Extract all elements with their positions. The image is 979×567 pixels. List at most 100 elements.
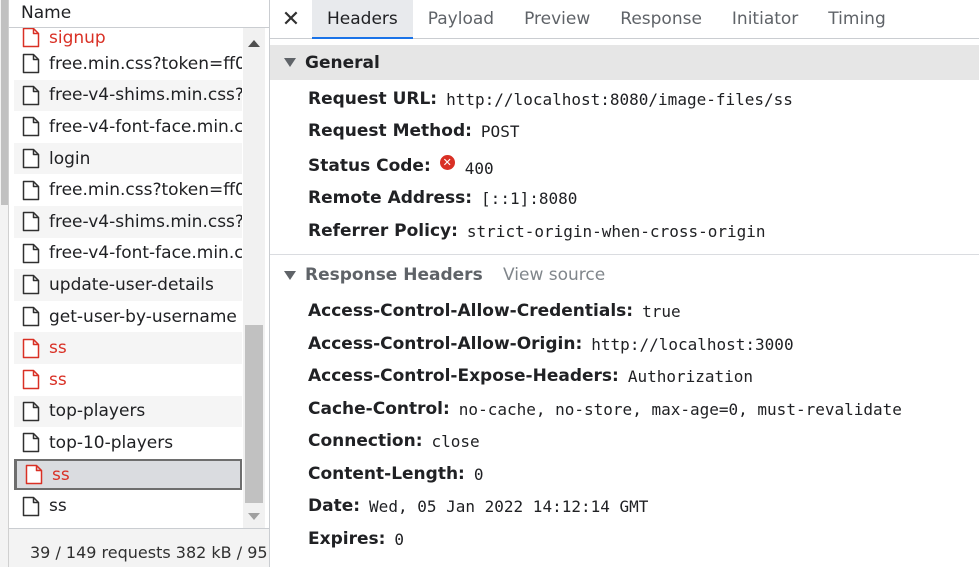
scroll-up-arrow-icon[interactable]: [248, 40, 260, 47]
request-row[interactable]: free.min.css?token=ff047: [14, 48, 242, 80]
request-row[interactable]: free-v4-font-face.min.css: [14, 238, 242, 270]
expand-triangle-icon: [284, 58, 296, 67]
section-divider: [270, 254, 979, 255]
request-details-panel: ✕ Headers Payload Preview Response Initi…: [270, 0, 979, 567]
remote-address-value: [::1]:8080: [481, 188, 578, 208]
request-row[interactable]: top-10-players: [14, 427, 242, 459]
file-icon: [22, 275, 40, 295]
header-value: 0: [394, 529, 405, 549]
general-section-header[interactable]: General: [270, 45, 979, 80]
request-row[interactable]: signup: [14, 28, 242, 48]
request-name: free.min.css?token=ff047: [49, 53, 242, 74]
remote-address-label: Remote Address:: [308, 188, 473, 208]
tab-timing[interactable]: Timing: [813, 0, 900, 38]
file-icon: [22, 180, 40, 200]
request-list-scrollbar[interactable]: [243, 28, 265, 528]
request-row[interactable]: ss: [14, 332, 242, 364]
request-method-row: Request Method: POST: [308, 119, 519, 143]
request-name: ss: [52, 464, 70, 485]
request-method-label: Request Method:: [308, 121, 472, 141]
request-list-panel: Name signup free.min.css?token=ff047 fre…: [0, 0, 270, 567]
file-icon: [22, 85, 40, 106]
status-code-value: 400: [464, 158, 494, 178]
file-icon: [22, 148, 40, 169]
left-edge-scroll-thumb[interactable]: [1, 0, 8, 205]
error-file-icon: [25, 464, 43, 485]
header-key: Cache-Control:: [308, 399, 450, 419]
header-value: 0: [473, 464, 484, 484]
request-row[interactable]: free-v4-font-face.min.css: [14, 111, 242, 143]
request-name: update-user-details: [49, 274, 214, 295]
request-name: top-players: [49, 401, 146, 422]
request-row[interactable]: get-user-by-username: [14, 301, 242, 333]
response-header-row: Access-Control-Allow-Credentials: true: [308, 299, 681, 323]
request-row[interactable]: free-v4-shims.min.css?to: [14, 205, 242, 238]
response-header-row: Expires: 0: [308, 527, 404, 551]
header-key: Access-Control-Expose-Headers:: [308, 366, 619, 386]
tab-payload[interactable]: Payload: [413, 0, 509, 38]
request-row[interactable]: ss: [14, 364, 242, 396]
request-row[interactable]: free.min.css?token=ff047: [14, 174, 242, 206]
request-row[interactable]: update-user-details: [14, 269, 242, 301]
file-icon: [22, 212, 40, 232]
name-column-header[interactable]: Name: [9, 0, 269, 28]
response-header-row: Date: Wed, 05 Jan 2022 14:12:14 GMT: [308, 494, 648, 518]
request-url-value: http://localhost:8080/image-files/ss: [446, 89, 793, 109]
header-value: Authorization: [627, 366, 754, 386]
referrer-policy-label: Referrer Policy:: [308, 221, 458, 241]
request-name: ss: [49, 338, 67, 359]
tab-response[interactable]: Response: [605, 0, 717, 38]
request-name: ss: [49, 369, 67, 390]
tab-headers[interactable]: Headers: [312, 0, 413, 39]
header-key: Expires:: [308, 529, 386, 549]
header-key: Access-Control-Allow-Credentials:: [308, 301, 634, 321]
details-tab-bar: ✕ Headers Payload Preview Response Initi…: [270, 0, 979, 39]
referrer-policy-value: strict-origin-when-cross-origin: [466, 221, 766, 241]
error-file-icon: [22, 28, 40, 48]
response-header-row: Cache-Control: no-cache, no-store, max-a…: [308, 397, 902, 421]
file-icon: [22, 433, 40, 453]
left-edge-scrollbar[interactable]: [0, 0, 9, 567]
header-value: close: [431, 431, 480, 451]
request-name: free-v4-font-face.min.css: [49, 116, 242, 137]
request-row[interactable]: ss: [14, 458, 242, 491]
request-row[interactable]: ss: [14, 490, 242, 522]
request-name: free-v4-font-face.min.css: [49, 243, 242, 264]
error-file-icon: [22, 369, 40, 390]
header-key: Content-Length:: [308, 464, 465, 484]
header-key: Date:: [308, 496, 361, 516]
status-code-row: Status Code: ✕ 400: [308, 152, 494, 180]
request-name: free.min.css?token=ff047: [49, 180, 242, 201]
tab-preview[interactable]: Preview: [509, 0, 605, 38]
request-name: login: [49, 148, 91, 169]
error-file-icon: [22, 338, 40, 358]
header-value: Wed, 05 Jan 2022 14:12:14 GMT: [369, 496, 649, 516]
request-row[interactable]: top-players: [14, 395, 242, 428]
file-icon: [22, 117, 40, 137]
file-icon: [22, 243, 40, 264]
request-summary: 39 / 149 requests 382 kB / 95: [9, 528, 269, 567]
request-list: signup free.min.css?token=ff047 free-v4-…: [14, 28, 242, 528]
request-url-row: Request URL: http://localhost:8080/image…: [308, 87, 793, 111]
error-icon: ✕: [439, 154, 455, 170]
response-headers-section-header[interactable]: Response Headers: [284, 262, 483, 288]
scroll-thumb[interactable]: [245, 325, 263, 503]
header-key: Connection:: [308, 431, 423, 451]
response-header-row: Content-Length: 0: [308, 462, 484, 486]
response-header-row: Connection: close: [308, 429, 480, 453]
close-icon[interactable]: ✕: [270, 0, 312, 38]
file-icon: [22, 496, 40, 516]
request-row[interactable]: login: [14, 142, 242, 175]
remote-address-row: Remote Address: [::1]:8080: [308, 186, 577, 210]
response-headers-title: Response Headers: [305, 265, 483, 285]
status-code-label: Status Code:: [308, 156, 431, 176]
request-name: free-v4-shims.min.css?to: [49, 85, 242, 106]
request-row[interactable]: free-v4-shims.min.css?to: [14, 79, 242, 112]
general-section-title: General: [305, 52, 380, 73]
scroll-down-arrow-icon[interactable]: [248, 513, 260, 520]
tab-initiator[interactable]: Initiator: [717, 0, 813, 38]
request-name: free-v4-shims.min.css?to: [49, 211, 242, 232]
response-header-row: Access-Control-Allow-Origin: http://loca…: [308, 332, 794, 356]
file-icon: [22, 54, 40, 74]
view-source-link[interactable]: View source: [503, 262, 605, 288]
